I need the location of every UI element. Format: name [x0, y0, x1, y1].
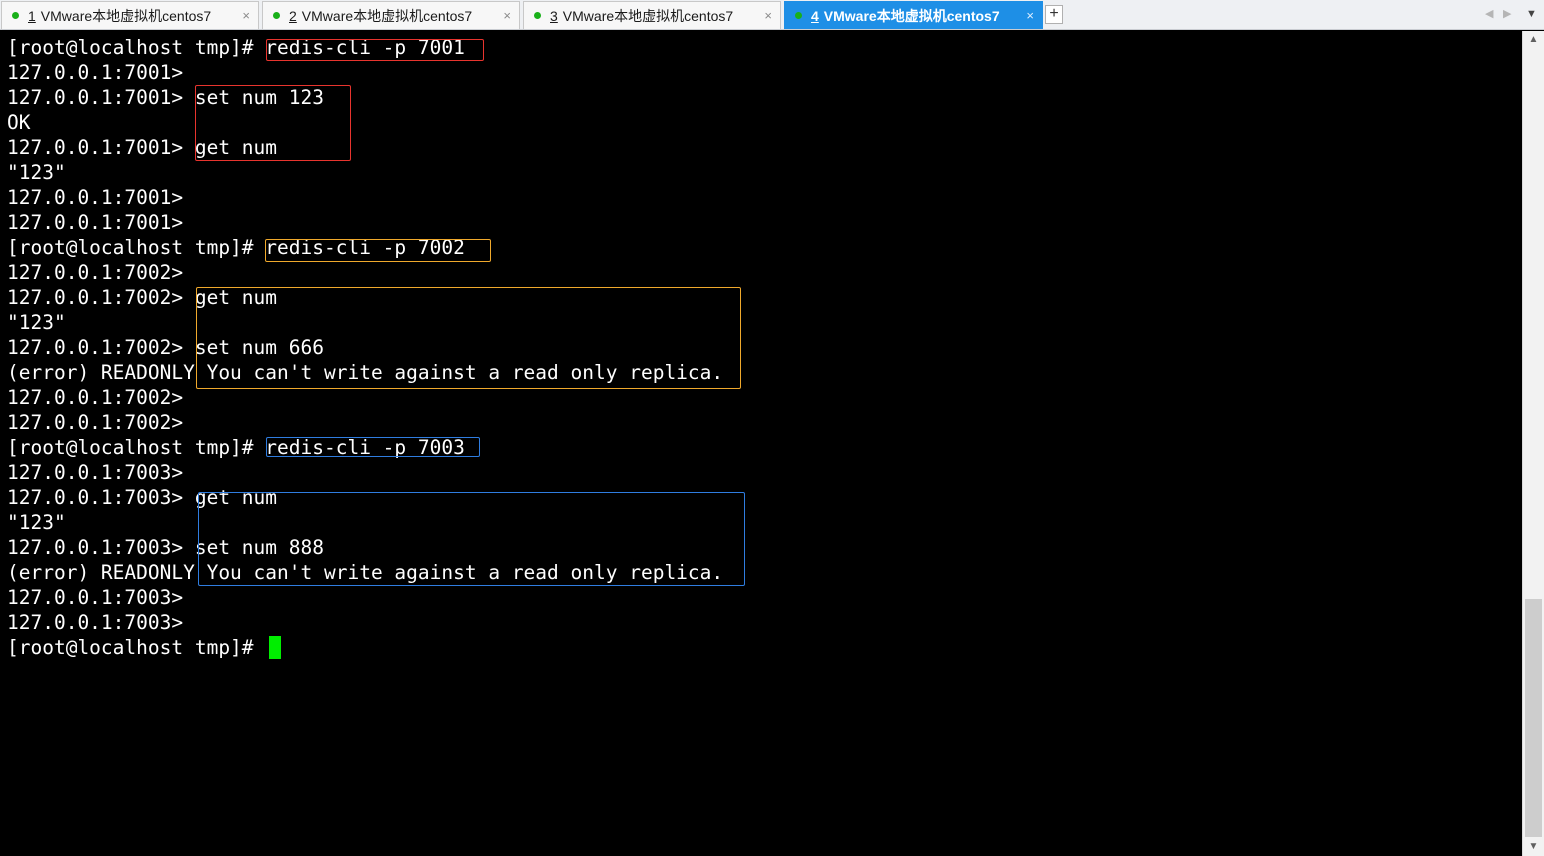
- highlight-box-7002-command: [265, 239, 491, 262]
- tab-list-menu-icon[interactable]: ▼: [1526, 8, 1537, 20]
- tab-title: VMware本地虚拟机centos7: [301, 7, 473, 24]
- tab-number: 3: [550, 7, 558, 24]
- terminal-line: 127.0.0.1:7003>: [7, 611, 184, 634]
- tab-title: VMware本地虚拟机centos7: [40, 7, 212, 24]
- terminal-line: 127.0.0.1:7001>: [7, 186, 184, 209]
- connected-status-icon: [273, 12, 280, 19]
- terminal-prompt-line: [root@localhost tmp]#: [7, 636, 266, 659]
- highlight-box-7003-result: [198, 492, 745, 586]
- scroll-down-icon[interactable]: ▼: [1523, 838, 1544, 856]
- terminal-line: "123": [7, 311, 66, 334]
- close-icon[interactable]: ×: [503, 8, 511, 23]
- close-icon[interactable]: ×: [764, 8, 772, 23]
- tab-scroll-left-icon[interactable]: ◀: [1485, 7, 1493, 20]
- highlight-box-7001-command: [266, 39, 484, 61]
- tab-title: VMware本地虚拟机centos7: [823, 7, 1000, 24]
- terminal-cursor: [269, 636, 281, 659]
- terminal-line: 127.0.0.1:7002>: [7, 261, 184, 284]
- connected-status-icon: [12, 12, 19, 19]
- add-tab-button[interactable]: +: [1045, 5, 1063, 24]
- tab-session-2[interactable]: 2 VMware本地虚拟机centos7 ×: [262, 1, 520, 29]
- scroll-up-icon[interactable]: ▲: [1523, 31, 1544, 49]
- connected-status-icon: [534, 12, 541, 19]
- connected-status-icon: [795, 12, 802, 19]
- tab-title: VMware本地虚拟机centos7: [562, 7, 734, 24]
- terminal-line: OK: [7, 111, 31, 134]
- highlight-box-7002-result: [196, 287, 741, 389]
- terminal-line: 127.0.0.1:7003>: [7, 461, 184, 484]
- terminal-line: 127.0.0.1:7002>: [7, 411, 184, 434]
- terminal-line: 127.0.0.1:7001>: [7, 211, 184, 234]
- highlight-box-7001-set-get: [195, 85, 351, 161]
- tab-number: 1: [28, 7, 36, 24]
- terminal-line: 127.0.0.1:7003>: [7, 586, 184, 609]
- vertical-scrollbar[interactable]: ▲ ▼: [1522, 31, 1544, 856]
- terminal-line: 127.0.0.1:7002>: [7, 386, 184, 409]
- close-icon[interactable]: ×: [1026, 8, 1034, 23]
- terminal-line: "123": [7, 511, 66, 534]
- tab-session-3[interactable]: 3 VMware本地虚拟机centos7 ×: [523, 1, 781, 29]
- tab-bar: 1 VMware本地虚拟机centos7 × 2 VMware本地虚拟机cent…: [0, 0, 1544, 30]
- close-icon[interactable]: ×: [242, 8, 250, 23]
- terminal-line: "123": [7, 161, 66, 184]
- tab-session-4[interactable]: 4 VMware本地虚拟机centos7 ×: [784, 1, 1043, 29]
- scrollbar-thumb[interactable]: [1525, 599, 1542, 837]
- tab-number: 4: [811, 7, 819, 24]
- terminal-line: 127.0.0.1:7001>: [7, 61, 184, 84]
- terminal-output[interactable]: [root@localhost tmp]# redis-cli -p 7001 …: [0, 31, 1522, 856]
- tab-scroll-right-icon[interactable]: ▶: [1503, 7, 1511, 20]
- tab-session-1[interactable]: 1 VMware本地虚拟机centos7 ×: [1, 1, 259, 29]
- tab-number: 2: [289, 7, 297, 24]
- highlight-box-7003-command: [266, 437, 480, 457]
